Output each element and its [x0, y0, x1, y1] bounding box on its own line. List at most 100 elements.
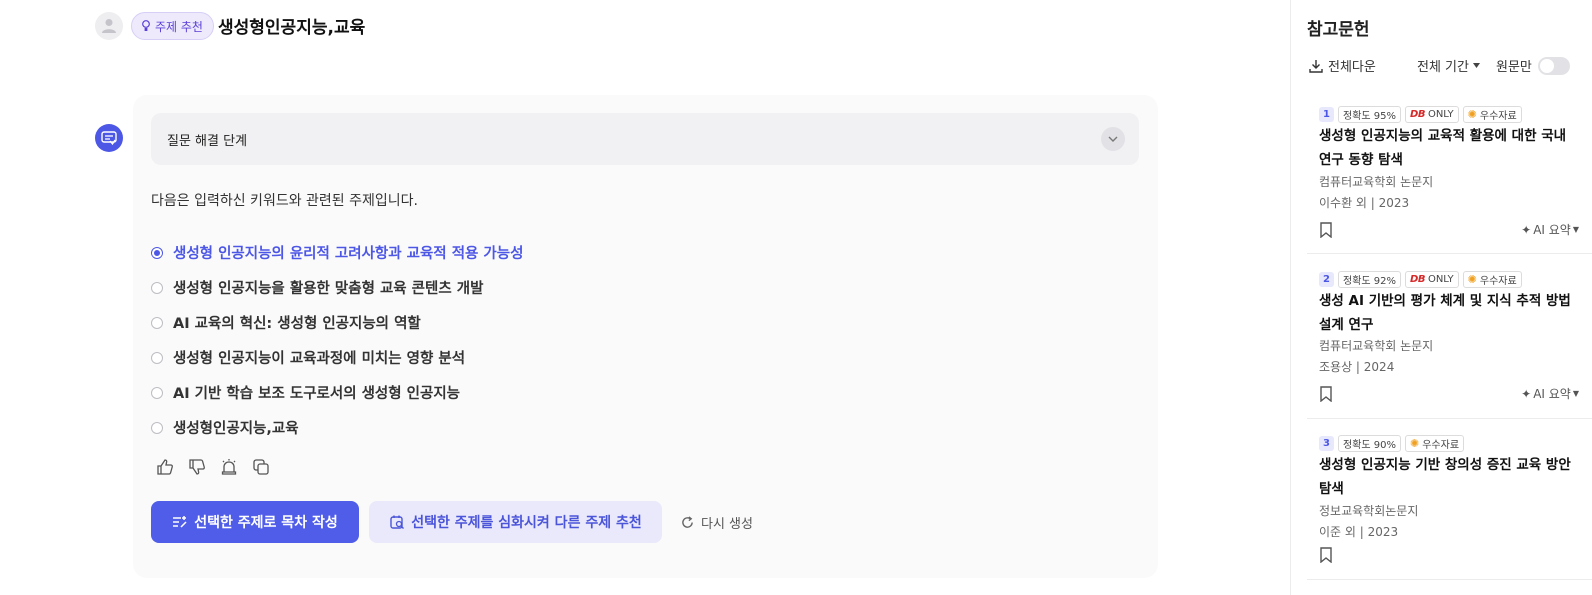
copy-icon[interactable] [251, 457, 271, 477]
topic-option[interactable]: 생성형 인공지능이 교육과정에 미치는 영향 분석 [151, 340, 523, 375]
download-all-label: 전체다운 [1328, 60, 1376, 75]
reference-card[interactable]: 3 정확도 90% ✺ 우수자료 생성형 인공지능 기반 창의성 증진 교육 방안… [1307, 435, 1592, 580]
deepen-topic-button[interactable]: 선택한 주제를 심화시켜 다른 주제 추천 [369, 501, 662, 543]
regenerate-button[interactable]: 다시 생성 [681, 501, 753, 543]
radio-button[interactable] [151, 316, 163, 329]
reference-author: 이준 외 | 2023 [1319, 525, 1399, 539]
sparkle-icon: ✦ [1521, 222, 1532, 237]
reference-tags: 3 정확도 90% ✺ 우수자료 [1319, 435, 1465, 452]
topic-option[interactable]: 생성형인공지능,교육 [151, 410, 523, 445]
original-only-toggle[interactable]: 원문만 [1496, 56, 1570, 75]
rank-badge: 3 [1319, 436, 1334, 451]
intro-text: 다음은 입력하신 키워드와 관련된 주제입니다. [151, 193, 418, 209]
ai-summary-label: AI 요약 [1533, 223, 1571, 237]
radio-button[interactable] [151, 421, 163, 434]
reference-title[interactable]: 생성형 인공지능의 교육적 활용에 대한 국내 연구 동향 탐색 [1319, 124, 1581, 172]
reference-title[interactable]: 생성형 인공지능 기반 창의성 증진 교육 방안 탐색 [1319, 453, 1581, 501]
excellent-tag: ✺ 우수자료 [1462, 106, 1522, 123]
thumbs-down-icon[interactable] [187, 457, 207, 477]
reference-title[interactable]: 생성 AI 기반의 평가 체계 및 지식 추적 방법 설계 연구 [1319, 289, 1581, 337]
caret-down-icon: ▼ [1572, 225, 1579, 234]
assistant-icon [101, 131, 117, 145]
topic-recommend-badge: 주제 추천 [131, 12, 214, 40]
topic-label: AI 교육의 혁신: 생성형 인공지능의 역할 [173, 316, 421, 332]
reference-card[interactable]: 2 정확도 92% DB ONLY ✺ 우수자료 생성 AI 기반의 평가 체계 및… [1307, 271, 1592, 419]
page-title: 생성형인공지능,교육 [218, 18, 366, 38]
caret-down-icon [1472, 63, 1480, 68]
solution-steps-accordion[interactable]: 질문 해결 단계 [151, 113, 1139, 165]
bookmark-icon[interactable] [1319, 386, 1333, 402]
sparkle-icon: ✦ [1521, 386, 1532, 401]
calendar-search-icon [390, 515, 405, 529]
answer-card: 질문 해결 단계 다음은 입력하신 키워드와 관련된 주제입니다. 생성형 인공… [133, 95, 1158, 578]
topic-option[interactable]: 생성형 인공지능을 활용한 맞춤형 교육 콘텐츠 개발 [151, 270, 523, 305]
radio-button[interactable] [151, 386, 163, 399]
reference-card[interactable]: 1 정확도 95% DB ONLY ✺ 우수자료 생성형 인공지능의 교육적 활용에… [1307, 106, 1592, 254]
period-label: 전체 기간 [1417, 60, 1469, 75]
topic-label: 생성형 인공지능을 활용한 맞춤형 교육 콘텐츠 개발 [173, 281, 484, 297]
sun-icon: ✺ [1467, 108, 1477, 121]
reference-author: 이수환 외 | 2023 [1319, 196, 1410, 210]
ai-summary-button[interactable]: ✦ AI 요약 ▼ [1521, 221, 1579, 238]
bot-avatar [95, 124, 123, 152]
excellent-tag: ✺ 우수자료 [1462, 271, 1522, 288]
sun-icon: ✺ [1467, 273, 1477, 286]
feedback-actions [155, 457, 271, 477]
references-title: 참고문헌 [1307, 20, 1370, 40]
db-logo: DB [1410, 109, 1425, 120]
radio-button[interactable] [151, 246, 163, 259]
reference-tags: 1 정확도 95% DB ONLY ✺ 우수자료 [1319, 106, 1522, 123]
steps-label: 질문 해결 단계 [167, 133, 248, 149]
topic-label: 생성형 인공지능의 윤리적 고려사항과 교육적 적용 가능성 [173, 246, 524, 262]
accuracy-tag: 정확도 95% [1338, 106, 1402, 123]
references-toolbar: 전체다운 전체 기간 원문만 [1309, 56, 1592, 78]
user-avatar [95, 12, 123, 40]
write-outline-button[interactable]: 선택한 주제로 목차 작성 [151, 501, 359, 543]
write-outline-label: 선택한 주제로 목차 작성 [194, 515, 338, 531]
radio-button[interactable] [151, 351, 163, 364]
original-only-label: 원문만 [1496, 60, 1532, 75]
db-logo: DB [1410, 274, 1425, 285]
thumbs-up-icon[interactable] [155, 457, 175, 477]
download-icon [1309, 59, 1323, 73]
references-sidebar: 참고문헌 전체다운 전체 기간 원문만 1 정확도 95% DB ONLY ✺ 우수… [1290, 0, 1592, 595]
reference-tags: 2 정확도 92% DB ONLY ✺ 우수자료 [1319, 271, 1522, 288]
caret-down-icon: ▼ [1572, 389, 1579, 398]
topic-option[interactable]: 생성형 인공지능의 윤리적 고려사항과 교육적 적용 가능성 [151, 235, 523, 270]
deepen-topic-label: 선택한 주제를 심화시켜 다른 주제 추천 [411, 515, 642, 531]
topic-option[interactable]: AI 기반 학습 보조 도구로서의 생성형 인공지능 [151, 375, 523, 410]
reference-journal: 컴퓨터교육학회 논문지 [1319, 339, 1434, 353]
toggle-switch[interactable] [1537, 56, 1570, 75]
topic-label: 생성형인공지능,교육 [173, 421, 299, 437]
user-icon [102, 19, 116, 33]
db-only-tag: DB ONLY [1405, 106, 1459, 123]
list-edit-icon [173, 516, 187, 528]
ai-summary-label: AI 요약 [1533, 387, 1571, 401]
bookmark-icon[interactable] [1319, 547, 1333, 563]
topic-option[interactable]: AI 교육의 혁신: 생성형 인공지능의 역할 [151, 305, 523, 340]
bookmark-icon[interactable] [1319, 222, 1333, 238]
refresh-icon [682, 515, 693, 528]
lightbulb-icon [142, 20, 150, 31]
download-all-button[interactable]: 전체다운 [1309, 56, 1376, 75]
reference-author: 조용상 | 2024 [1319, 360, 1395, 374]
period-dropdown[interactable]: 전체 기간 [1417, 56, 1480, 75]
rank-badge: 1 [1319, 107, 1334, 122]
rank-badge: 2 [1319, 272, 1334, 287]
sun-icon: ✺ [1410, 437, 1420, 450]
excellent-tag: ✺ 우수자료 [1405, 435, 1465, 452]
reference-journal: 정보교육학회논문지 [1319, 504, 1419, 518]
topic-label: 생성형 인공지능이 교육과정에 미치는 영향 분석 [173, 351, 466, 367]
alert-siren-icon[interactable] [219, 457, 239, 477]
ai-summary-button[interactable]: ✦ AI 요약 ▼ [1521, 385, 1579, 402]
radio-button[interactable] [151, 281, 163, 294]
topic-list: 생성형 인공지능의 윤리적 고려사항과 교육적 적용 가능성 생성형 인공지능을… [151, 235, 523, 445]
regenerate-label: 다시 생성 [701, 516, 753, 532]
chevron-down-icon[interactable] [1101, 127, 1125, 151]
reference-journal: 컴퓨터교육학회 논문지 [1319, 175, 1434, 189]
main-panel: 주제 추천 생성형인공지능,교육 질문 해결 단계 다음은 입력하신 키워드와 … [0, 0, 1290, 595]
accuracy-tag: 정확도 92% [1338, 271, 1402, 288]
accuracy-tag: 정확도 90% [1338, 435, 1402, 452]
topic-label: AI 기반 학습 보조 도구로서의 생성형 인공지능 [173, 386, 461, 402]
badge-label: 주제 추천 [155, 19, 203, 34]
